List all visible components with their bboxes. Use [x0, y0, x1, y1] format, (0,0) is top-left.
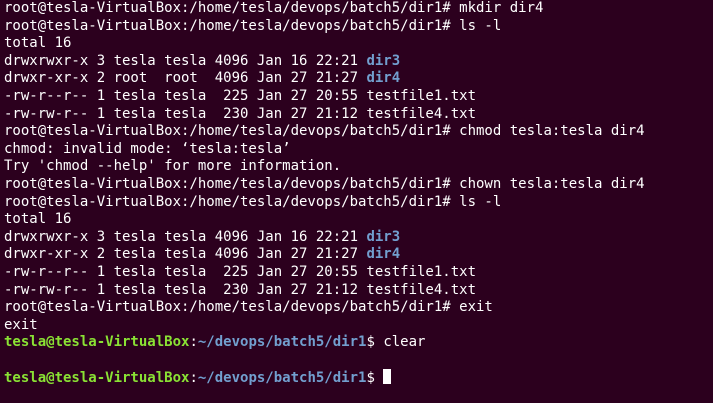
terminal-line: exit — [4, 316, 38, 333]
directory-name: dir3 — [366, 52, 401, 69]
prompt-path: ~/devops/batch5/dir1 — [197, 334, 367, 351]
terminal-line: total 16 — [4, 35, 72, 52]
terminal-window[interactable]: root@tesla-VirtualBox:/home/tesla/devops… — [0, 0, 713, 403]
terminal-line: -rw-r--r-- 1 tesla tesla 225 Jan 27 20:5… — [4, 87, 477, 104]
terminal-line: chmod: invalid mode: ‘tesla:tesla’ — [4, 140, 291, 157]
text-cursor[interactable] — [383, 369, 392, 385]
terminal-line: total 16 — [4, 211, 72, 228]
terminal-line: drwxrwxr-x 3 tesla tesla 4096 Jan 16 22:… — [4, 229, 713, 247]
terminal-line: root@tesla-VirtualBox:/home/tesla/devops… — [4, 0, 544, 16]
terminal-line: root@tesla-VirtualBox:/home/tesla/devops… — [4, 193, 502, 210]
prompt-symbol: $ — [366, 334, 384, 351]
prompt-user-host: tesla@tesla-VirtualBox — [4, 370, 190, 387]
terminal-line: root@tesla-VirtualBox:/home/tesla/devops… — [4, 123, 645, 140]
listing-meta: drwxr-xr-x 2 root root 4096 Jan 27 21:27 — [4, 70, 367, 87]
directory-name: dir4 — [366, 70, 401, 87]
directory-name: dir3 — [366, 228, 401, 245]
terminal-line: root@tesla-VirtualBox:/home/tesla/devops… — [4, 175, 645, 192]
terminal-line: -rw-rw-r-- 1 tesla tesla 230 Jan 27 21:1… — [4, 281, 477, 298]
listing-meta: drwxr-xr-x 2 tesla tesla 4096 Jan 27 21:… — [4, 246, 367, 263]
terminal-line: Try 'chmod --help' for more information. — [4, 158, 342, 175]
listing-meta: drwxrwxr-x 3 tesla tesla 4096 Jan 16 22:… — [4, 52, 367, 69]
prompt-separator: : — [189, 334, 198, 351]
prompt-user-host: tesla@tesla-VirtualBox — [4, 334, 190, 351]
terminal-line: drwxrwxr-x 3 tesla tesla 4096 Jan 16 22:… — [4, 53, 713, 71]
listing-meta: drwxrwxr-x 3 tesla tesla 4096 Jan 16 22:… — [4, 228, 367, 245]
active-prompt-line[interactable]: tesla@tesla-VirtualBox:~/devops/batch5/d… — [4, 369, 713, 387]
directory-name: dir4 — [366, 246, 401, 263]
terminal-line: drwxr-xr-x 2 root root 4096 Jan 27 21:27… — [4, 70, 713, 88]
terminal-line: -rw-rw-r-- 1 tesla tesla 230 Jan 27 21:1… — [4, 105, 477, 122]
terminal-line: drwxr-xr-x 2 tesla tesla 4096 Jan 27 21:… — [4, 246, 713, 264]
prompt-line: tesla@tesla-VirtualBox:~/devops/batch5/d… — [4, 334, 713, 352]
terminal-line: root@tesla-VirtualBox:/home/tesla/devops… — [4, 299, 493, 316]
terminal-line: -rw-r--r-- 1 tesla tesla 225 Jan 27 20:5… — [4, 263, 477, 280]
prompt-path: ~/devops/batch5/dir1 — [197, 370, 367, 387]
prompt-command: clear — [383, 334, 426, 351]
prompt-symbol: $ — [366, 370, 384, 387]
terminal-line: root@tesla-VirtualBox:/home/tesla/devops… — [4, 17, 502, 34]
prompt-separator: : — [189, 370, 198, 387]
